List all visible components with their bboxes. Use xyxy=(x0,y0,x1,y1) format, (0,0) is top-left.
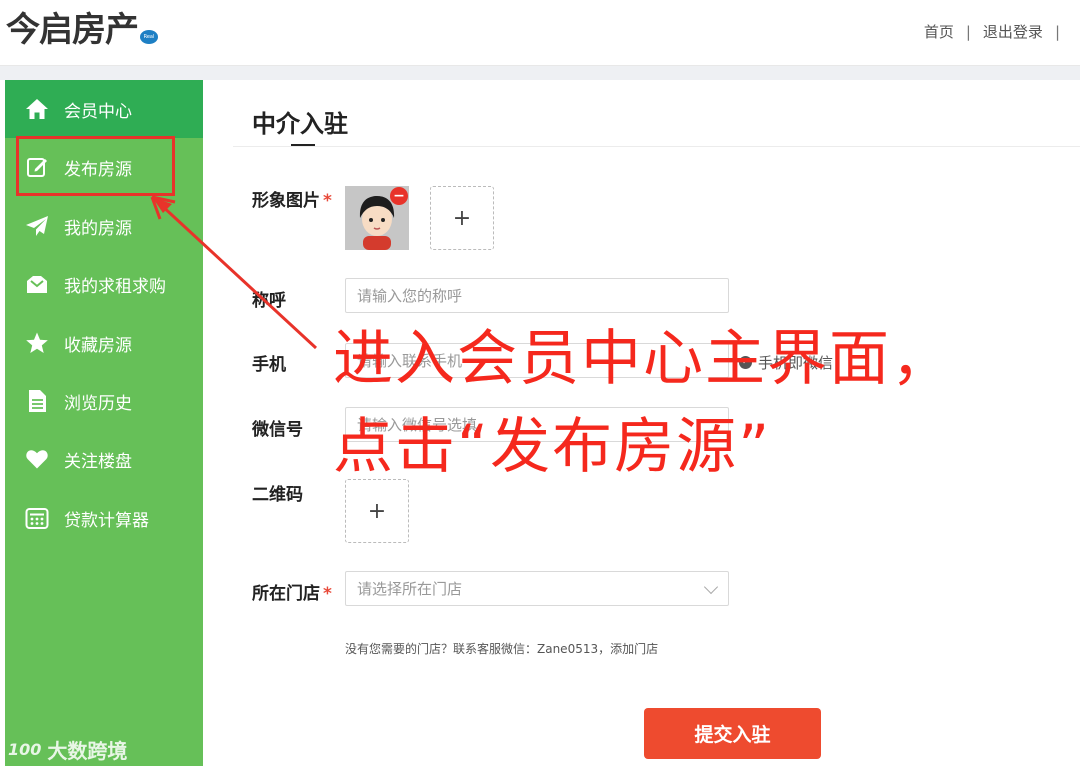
sidebar-item-favorites[interactable]: 收藏房源 xyxy=(5,314,203,372)
home-link[interactable]: 首页 xyxy=(924,21,954,42)
sidebar-item-label: 收藏房源 xyxy=(64,335,132,356)
nav-separator: | xyxy=(965,22,971,41)
store-select-placeholder: 请选择所在门店 xyxy=(357,580,463,598)
watermark: 100 大数跨境 xyxy=(8,735,127,764)
logo-text: 今启房产 xyxy=(6,10,139,50)
calculator-icon xyxy=(25,506,49,530)
store-hint: 没有您需要的门店？联系客服微信：Zane0513，添加门店 xyxy=(345,642,659,656)
annotation-line-1: 进入会员中心主界面， xyxy=(333,324,953,394)
annotation-line-2: 点击“发布房源” xyxy=(333,412,772,482)
header-divider-band xyxy=(0,66,1080,80)
paper-plane-icon xyxy=(25,214,49,238)
sidebar-item-label: 浏览历史 xyxy=(64,393,132,414)
logo-badge: Real Estate xyxy=(140,30,158,54)
heart-icon xyxy=(25,447,49,471)
required-mark: * xyxy=(323,584,332,604)
top-nav: 首页 | 退出登录 | xyxy=(924,21,1072,42)
sidebar-item-my-listings[interactable]: 我的房源 xyxy=(5,197,203,255)
name-input[interactable]: 请输入您的称呼 xyxy=(345,278,729,313)
chevron-down-icon xyxy=(703,579,719,595)
page-title: 中介入驻 xyxy=(252,110,348,138)
image-label: 形象图片 * xyxy=(252,191,332,211)
logo[interactable]: 今启房产 Real Estate xyxy=(6,10,158,54)
required-mark: * xyxy=(323,191,332,211)
highlight-box xyxy=(16,136,175,196)
store-select[interactable]: 请选择所在门店 xyxy=(345,571,729,606)
document-icon xyxy=(25,389,49,413)
phone-label: 手机 xyxy=(252,355,286,375)
title-divider xyxy=(233,146,1080,147)
submit-button[interactable]: 提交入驻 xyxy=(644,708,821,759)
sidebar-item-member-center[interactable]: 会员中心 xyxy=(5,80,203,138)
nav-separator: | xyxy=(1054,22,1060,41)
annotation-text: 进入会员中心主界面， 点击“发布房源” xyxy=(333,315,953,491)
watermark-text: 大数跨境 xyxy=(47,739,128,763)
home-icon xyxy=(25,97,49,121)
logout-link[interactable]: 退出登录 xyxy=(983,21,1043,42)
qrcode-label: 二维码 xyxy=(252,485,303,505)
star-icon xyxy=(25,331,49,355)
sidebar-item-label: 我的房源 xyxy=(64,218,132,239)
sidebar-item-label: 关注楼盘 xyxy=(64,451,132,472)
sidebar-item-label: 会员中心 xyxy=(64,101,132,122)
inbox-icon xyxy=(25,272,49,296)
sidebar-item-label: 我的求租求购 xyxy=(64,276,166,297)
sidebar-item-my-requests[interactable]: 我的求租求购 xyxy=(5,255,203,313)
wechat-label: 微信号 xyxy=(252,420,303,440)
store-label: 所在门店 * xyxy=(252,584,332,604)
sidebar-item-label: 贷款计算器 xyxy=(64,510,149,531)
watermark-logo: 100 xyxy=(8,740,42,759)
add-image-button[interactable]: + xyxy=(430,186,494,250)
sidebar-item-followed-buildings[interactable]: 关注楼盘 xyxy=(5,430,203,488)
sidebar-item-loan-calculator[interactable]: 贷款计算器 xyxy=(5,489,203,547)
top-header: 今启房产 Real Estate 首页 | 退出登录 | xyxy=(0,0,1080,66)
name-label: 称呼 xyxy=(252,291,286,311)
remove-image-icon[interactable]: − xyxy=(390,187,408,205)
sidebar-item-history[interactable]: 浏览历史 xyxy=(5,372,203,430)
